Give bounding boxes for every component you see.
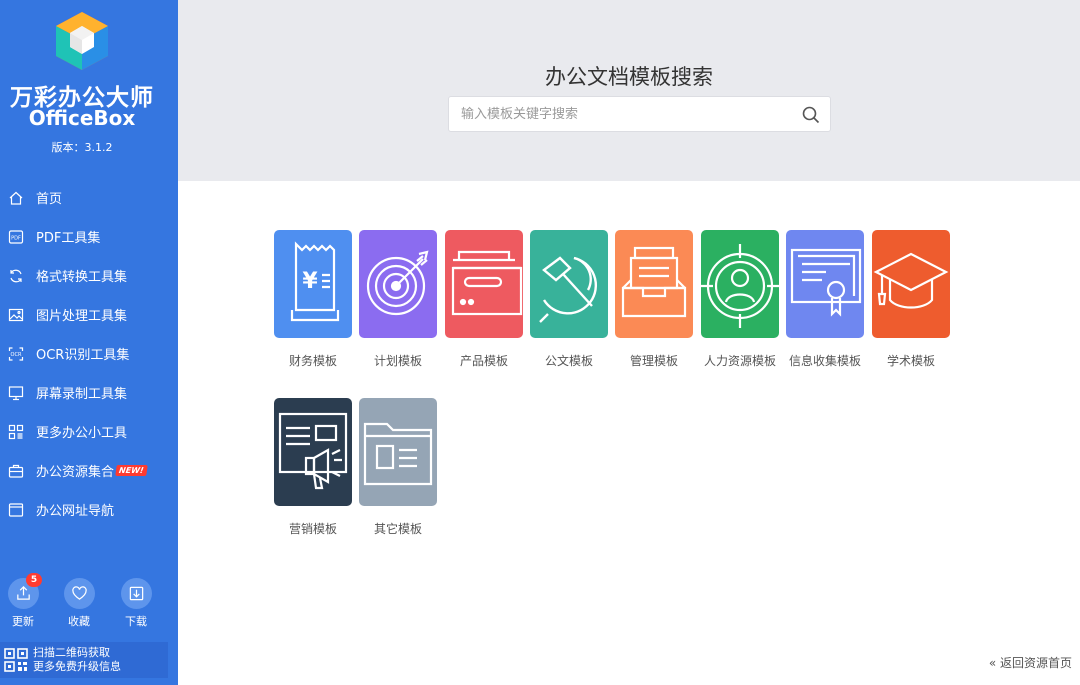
- grid-icon: [8, 424, 24, 440]
- download-icon: [120, 578, 152, 609]
- template-product-card: [445, 230, 523, 338]
- download-button[interactable]: 下载: [113, 578, 159, 629]
- product-box-icon: [451, 250, 523, 316]
- svg-text:OCR: OCR: [11, 352, 22, 358]
- template-other[interactable]: 其它模板: [359, 398, 437, 537]
- receipt-icon: ¥: [290, 241, 340, 322]
- template-official-card: [530, 230, 608, 338]
- favorite-label: 收藏: [68, 615, 90, 628]
- heart-icon: [63, 578, 95, 609]
- template-plan-card: [359, 230, 437, 338]
- sidebar-item-web-nav[interactable]: 办公网址导航: [0, 490, 178, 529]
- template-finance-card: ¥: [274, 230, 352, 338]
- sidebar-item-pdf[interactable]: PDF PDF工具集: [0, 217, 178, 256]
- template-product[interactable]: 产品模板: [445, 230, 523, 369]
- back-to-resources-link[interactable]: « 返回资源首页: [989, 654, 1072, 671]
- svg-text:¥: ¥: [302, 269, 318, 294]
- qr-code-icon: [4, 648, 28, 672]
- svg-text:PDF: PDF: [11, 235, 21, 241]
- template-finance[interactable]: ¥ 财务模板: [274, 230, 352, 369]
- update-button[interactable]: 5 更新: [0, 573, 46, 629]
- graduation-cap-icon: [873, 252, 949, 309]
- sidebar-item-resources[interactable]: 办公资源集合 NEW!: [0, 451, 178, 490]
- sidebar-item-label: 更多办公小工具: [36, 426, 128, 441]
- search-box: [448, 96, 831, 132]
- update-count-badge: 5: [26, 573, 42, 587]
- search-input[interactable]: [449, 97, 789, 131]
- qr-text-line2: 更多免费升级信息: [33, 660, 121, 673]
- sidebar-item-screen-record[interactable]: 屏幕录制工具集: [0, 373, 178, 412]
- sidebar-item-ocr[interactable]: OCR OCR识别工具集: [0, 334, 178, 373]
- sidebar-item-image[interactable]: 图片处理工具集: [0, 295, 178, 334]
- sidebar-item-label: 屏幕录制工具集: [36, 387, 128, 402]
- template-academic[interactable]: 学术模板: [872, 230, 950, 369]
- hammer-sickle-icon: [539, 256, 598, 323]
- template-official[interactable]: 公文模板: [530, 230, 608, 369]
- certificate-icon: [790, 248, 862, 317]
- template-plan[interactable]: 计划模板: [359, 230, 437, 369]
- app-name-en: OfficeBox: [28, 106, 136, 130]
- update-label: 更新: [12, 615, 34, 628]
- sidebar-item-more-tools[interactable]: 更多办公小工具: [0, 412, 178, 451]
- megaphone-board-icon: [278, 412, 348, 490]
- image-icon: [8, 307, 24, 323]
- qr-text-line1: 扫描二维码获取: [33, 646, 110, 659]
- convert-icon: [8, 268, 24, 284]
- app-version: 版本：3.1.2: [51, 141, 113, 154]
- template-marketing[interactable]: 营销模板: [274, 398, 352, 537]
- sidebar-nav: 首页 PDF PDF工具集 格式转换工具集 图片处理工具集 OCR OCR识别工…: [0, 178, 178, 529]
- target-icon: [366, 250, 429, 316]
- template-label: 学术模板: [886, 354, 935, 368]
- template-hr[interactable]: 人力资源模板: [701, 230, 779, 369]
- sidebar-item-label: PDF工具集: [36, 231, 101, 246]
- template-academic-card: [872, 230, 950, 338]
- qr-code-promo[interactable]: 扫描二维码获取 更多免费升级信息: [0, 642, 168, 678]
- search-header: 办公文档模板搜索: [178, 0, 1080, 181]
- template-hr-card: [701, 230, 779, 338]
- sidebar-item-label: 首页: [36, 192, 63, 207]
- sidebar-item-label: 办公网址导航: [36, 504, 115, 519]
- new-badge: NEW!: [115, 465, 148, 476]
- favorite-button[interactable]: 收藏: [56, 578, 102, 629]
- sidebar-item-convert[interactable]: 格式转换工具集: [0, 256, 178, 295]
- officebox-logo: [56, 12, 108, 70]
- template-info-collect-card: [786, 230, 864, 338]
- template-label: 其它模板: [373, 522, 422, 536]
- sidebar-bottom-buttons: 5 更新 收藏 下载: [0, 573, 178, 632]
- template-marketing-card: [274, 398, 352, 506]
- sidebar: 万彩办公大师 OfficeBox 版本：3.1.2 首页 PDF PDF工具集 …: [0, 0, 178, 685]
- monitor-icon: [8, 385, 24, 401]
- home-icon: [8, 190, 24, 206]
- sidebar-item-label: OCR识别工具集: [36, 348, 130, 363]
- sidebar-item-home[interactable]: 首页: [0, 178, 178, 217]
- folder-icon: [363, 422, 433, 486]
- sidebar-item-label: 办公资源集合: [36, 465, 115, 480]
- template-management-card: [615, 230, 693, 338]
- sidebar-item-label: 图片处理工具集: [36, 309, 128, 324]
- download-label: 下载: [125, 615, 147, 628]
- briefcase-icon: [8, 463, 24, 479]
- page-title: 办公文档模板搜索: [545, 65, 713, 89]
- sidebar-item-label: 格式转换工具集: [36, 270, 128, 285]
- search-icon[interactable]: [802, 106, 820, 124]
- ocr-icon: OCR: [8, 346, 24, 362]
- person-target-icon: [701, 244, 779, 328]
- file-tray-icon: [621, 246, 687, 318]
- browser-icon: [8, 502, 24, 518]
- pdf-icon: PDF: [8, 229, 24, 245]
- template-info-collect[interactable]: 信息收集模板: [786, 230, 864, 369]
- template-other-card: [359, 398, 437, 506]
- template-management[interactable]: 管理模板: [615, 230, 693, 369]
